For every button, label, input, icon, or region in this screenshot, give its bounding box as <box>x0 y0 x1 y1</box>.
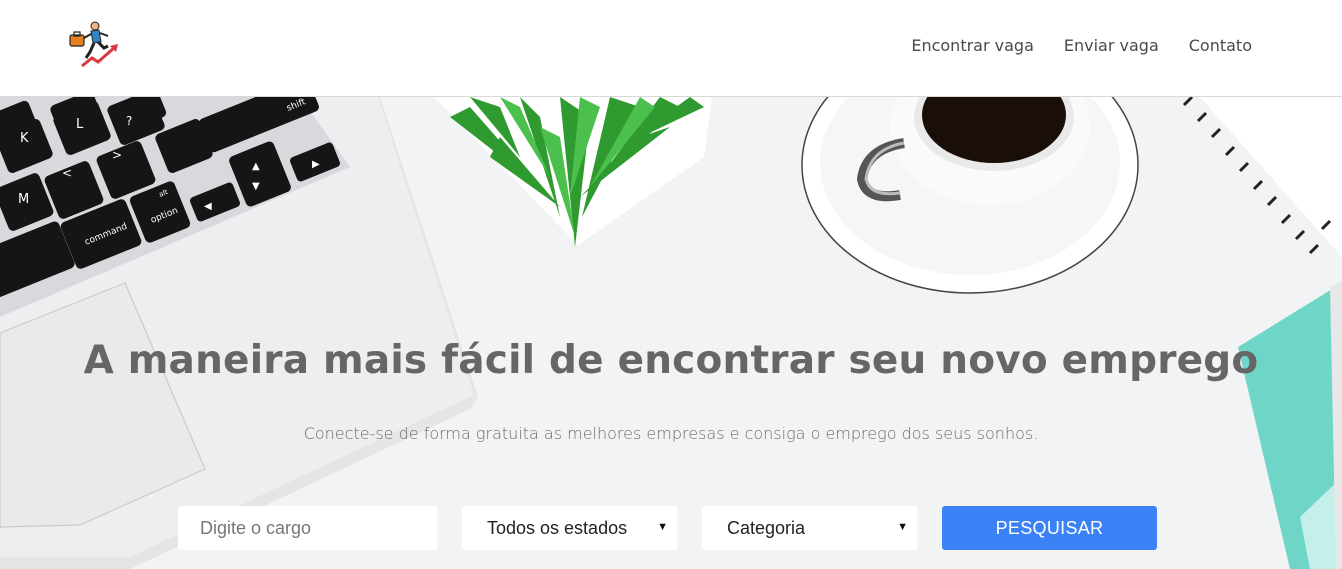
search-button[interactable]: PESQUISAR <box>942 506 1157 550</box>
state-select[interactable]: Todos os estados ▼ <box>462 506 677 550</box>
chevron-down-icon: ▼ <box>897 521 908 533</box>
category-select[interactable]: Categoria ▼ <box>702 506 917 550</box>
svg-text:L: L <box>76 117 84 132</box>
job-title-input[interactable] <box>178 506 437 550</box>
nav-link-find-job[interactable]: Encontrar vaga <box>911 36 1034 55</box>
hero-subtitle: Conecte-se de forma gratuita as melhores… <box>303 424 1039 443</box>
svg-text:<: < <box>62 166 72 180</box>
svg-text:>: > <box>112 148 122 162</box>
svg-text:▼: ▼ <box>252 181 260 192</box>
svg-text:▲: ▲ <box>252 161 260 172</box>
nav-link-contact[interactable]: Contato <box>1189 36 1252 55</box>
svg-text:▶: ▶ <box>312 159 320 170</box>
svg-text:◀: ◀ <box>204 201 212 212</box>
category-select-value: Categoria <box>727 517 806 538</box>
hero-title: A maneira mais fácil de encontrar seu no… <box>83 338 1259 383</box>
job-search-form: Todos os estados ▼ Categoria ▼ PESQUISAR <box>178 506 1157 550</box>
hero-section: shift K L M command option alt ? > < ▲ ▼… <box>0 97 1342 569</box>
nav-link-post-job[interactable]: Enviar vaga <box>1064 36 1159 55</box>
navbar: Encontrar vaga Enviar vaga Contato <box>0 0 1342 97</box>
svg-text:M: M <box>18 192 29 207</box>
svg-text:?: ? <box>126 114 132 128</box>
logo-icon[interactable] <box>64 18 122 76</box>
svg-text:K: K <box>20 131 29 146</box>
chevron-down-icon: ▼ <box>657 521 668 533</box>
hero-background-image: shift K L M command option alt ? > < ▲ ▼… <box>0 97 1342 569</box>
main-nav: Encontrar vaga Enviar vaga Contato <box>911 36 1252 55</box>
state-select-value: Todos os estados <box>487 517 628 538</box>
